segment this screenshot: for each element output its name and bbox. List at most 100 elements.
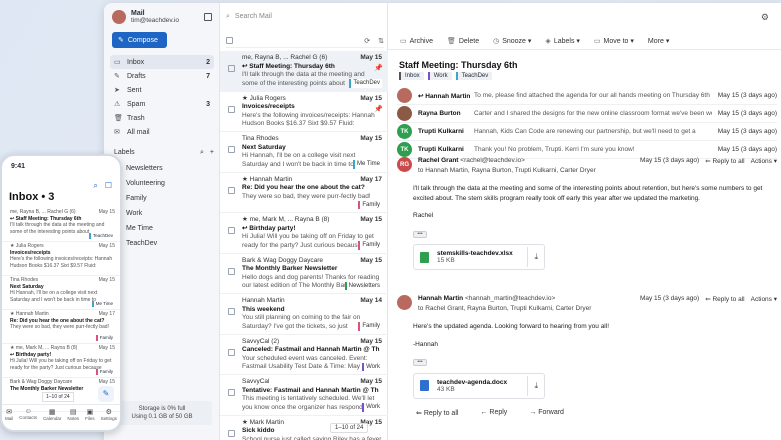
message-row[interactable]: SavvyCal May 15 Tentative: Fastmail and Ha… bbox=[220, 375, 388, 416]
row-checkbox[interactable] bbox=[228, 308, 235, 315]
message-row[interactable]: me, Rayna B, ... Rachel G (6) May 15 ↩ Sta… bbox=[220, 51, 388, 92]
thread-label[interactable]: TeachDev bbox=[455, 72, 493, 80]
move-to-button[interactable]: ▭ Move to ▾ bbox=[594, 37, 634, 45]
forward-button[interactable]: → Forward bbox=[529, 409, 564, 417]
folder-spam[interactable]: ⚠ Spam 3 bbox=[110, 97, 214, 111]
row-header: ★ Hannah Martin May 17 bbox=[242, 176, 382, 185]
show-quoted-button[interactable]: ••• bbox=[413, 230, 427, 238]
email-body: I'll talk through the data at the meetin… bbox=[397, 184, 777, 238]
search-icon[interactable]: ⌕ bbox=[93, 181, 97, 191]
collapsed-message[interactable]: Rayna Burton Carter and I shared the desi… bbox=[397, 105, 777, 123]
nav-contacts[interactable]: ☺ Contacts bbox=[19, 408, 37, 430]
reply-button[interactable]: ← Reply bbox=[480, 409, 507, 417]
folder-inbox[interactable]: ▭ Inbox 2 bbox=[110, 55, 214, 69]
row-checkbox[interactable] bbox=[228, 65, 235, 72]
row-checkbox[interactable] bbox=[228, 146, 235, 153]
message-row[interactable]: Tina Rhodes May 15 Next Saturday Hi Hannah,… bbox=[2, 276, 120, 310]
add-label-icon[interactable]: + bbox=[210, 149, 214, 157]
message-row[interactable]: ★ Julia Rogers May 15 Invoices/receipts Her… bbox=[220, 92, 388, 132]
actions-menu[interactable]: Actions ▾ bbox=[751, 157, 777, 165]
row-checkbox[interactable] bbox=[228, 186, 235, 194]
folder-all-mail[interactable]: ✉ All mail bbox=[110, 125, 214, 139]
search-input[interactable]: Search Mail bbox=[235, 13, 272, 20]
message-row[interactable]: ★ Julia Rogers May 15 Invoices/receipts Her… bbox=[2, 242, 120, 276]
nav-label: Mail bbox=[5, 416, 14, 421]
message-row[interactable]: ★ Hannah Martin May 17 Re: Did you hear th… bbox=[2, 310, 120, 344]
compose-button[interactable]: ✎ Compose bbox=[112, 32, 167, 48]
date: May 15 bbox=[360, 94, 382, 102]
nav-mail[interactable]: ✉ Mail bbox=[5, 408, 13, 430]
label-me-time[interactable]: Me Time bbox=[114, 221, 214, 236]
message-row[interactable]: SavvyCal (2) May 15 Canceled: Fastmail and… bbox=[220, 335, 388, 375]
download-icon[interactable]: ⤓ bbox=[527, 375, 538, 396]
gear-icon[interactable]: ⚙ bbox=[761, 12, 769, 23]
row-checkbox[interactable] bbox=[228, 429, 235, 437]
row-checkbox[interactable] bbox=[228, 105, 235, 113]
message-row[interactable]: ★ me, Mark M, ... Rayna B (8) May 15 ↩ Bir… bbox=[220, 213, 388, 254]
thread-title: Staff Meeting: Thursday 6th bbox=[399, 60, 518, 70]
list-toolbar: ⟳ ⇅ bbox=[226, 34, 384, 48]
row-checkbox[interactable] bbox=[228, 389, 235, 396]
subject: Canceled: Fastmail and Hannah Martin @ T… bbox=[242, 346, 380, 353]
pagination[interactable]: 1–10 of 24 bbox=[330, 423, 369, 433]
sender: SavvyCal bbox=[242, 378, 270, 385]
more-button[interactable]: More ▾ bbox=[648, 37, 669, 45]
row-checkbox[interactable] bbox=[228, 267, 235, 275]
message-row[interactable]: ★ me, Mark M, ... Rayna B (8) May 15 ↩ Bir… bbox=[2, 344, 120, 378]
delete-button[interactable]: 🗑 Delete bbox=[447, 37, 479, 45]
sender: Hannah Martin bbox=[242, 297, 285, 304]
label-teachdev[interactable]: TeachDev bbox=[114, 236, 214, 251]
label-newsletters[interactable]: Newsletters bbox=[114, 161, 214, 176]
label-list: Newsletters Volunteering Family Work Me Time… bbox=[114, 161, 214, 251]
nav-settings[interactable]: ⚙ Settings bbox=[101, 408, 117, 430]
row-checkbox[interactable] bbox=[228, 348, 235, 356]
compose-button[interactable]: ✎ bbox=[98, 386, 114, 402]
archive-label: Archive bbox=[409, 37, 433, 45]
checkbox-icon[interactable]: ☐ bbox=[105, 181, 112, 191]
attachment[interactable]: stemskills-teachdev.xlsx 15 KB ⤓ bbox=[413, 244, 545, 270]
labels-button[interactable]: ◈ Labels ▾ bbox=[545, 37, 580, 45]
sent-icon: ➤ bbox=[114, 87, 120, 94]
reply-all-button[interactable]: ⇐ Reply to all bbox=[705, 295, 744, 303]
label-volunteering[interactable]: Volunteering bbox=[114, 176, 214, 191]
message-row[interactable]: ★ Hannah Martin May 17 Re: Did you hear th… bbox=[220, 173, 388, 213]
folder-trash[interactable]: 🗑 Trash bbox=[110, 111, 214, 125]
folder-sent[interactable]: ➤ Sent bbox=[110, 83, 214, 97]
collapsed-message[interactable]: TK Trupti Kulkarni Hannah, Kids Can Code a… bbox=[397, 123, 777, 141]
search-labels-icon[interactable]: ⌕ bbox=[200, 149, 204, 157]
folder-drafts[interactable]: ✎ Drafts 7 bbox=[110, 69, 214, 83]
nav-notes[interactable]: ▤ Notes bbox=[67, 408, 79, 430]
collapsed-message[interactable]: ↩ Hannah Martin To me, please find attach… bbox=[397, 87, 777, 105]
message-row[interactable]: Hannah Martin May 14 This weekend You still… bbox=[220, 294, 388, 335]
show-quoted-button[interactable]: ••• bbox=[413, 359, 427, 366]
sidebar-toggle-icon[interactable] bbox=[204, 13, 212, 21]
message-row[interactable]: me, Rayna B, ... Rachel G (6) May 15 ↩ Sta… bbox=[2, 208, 120, 242]
folder-label: All mail bbox=[127, 128, 150, 136]
thread-label[interactable]: Inbox bbox=[399, 72, 424, 80]
pin-icon[interactable]: 📌 bbox=[374, 65, 383, 74]
select-all-checkbox[interactable] bbox=[226, 37, 233, 44]
attachment[interactable]: teachdev-agenda.docx 43 KB ⤓ bbox=[413, 372, 545, 399]
pin-icon[interactable]: 📌 bbox=[374, 106, 383, 115]
reply-all-button[interactable]: ⇐ Reply to all bbox=[416, 409, 458, 417]
refresh-icon[interactable]: ⟳ bbox=[364, 37, 370, 45]
label-work[interactable]: Work bbox=[114, 206, 214, 221]
message-row[interactable]: Tina Rhodes May 15 Next Saturday Hi Hannah,… bbox=[220, 132, 388, 173]
archive-button[interactable]: ▭ Archive bbox=[400, 37, 433, 45]
nav-calendar[interactable]: ▦ Calendar bbox=[43, 408, 61, 430]
download-icon[interactable]: ⤓ bbox=[527, 247, 538, 267]
snooze-button[interactable]: ◷ Snooze ▾ bbox=[493, 37, 531, 45]
message-row[interactable]: Bark & Wag Doggy Daycare May 15 The Monthl… bbox=[220, 254, 388, 294]
account-switcher[interactable]: Mail tim@teachdev.io bbox=[112, 10, 179, 24]
sort-icon[interactable]: ⇅ bbox=[378, 37, 384, 45]
search-bar[interactable]: ⌕ Search Mail bbox=[226, 10, 378, 23]
nav-files[interactable]: ▣ Files bbox=[85, 408, 95, 430]
email-meta: Hannah Martin <hannah_martin@teachdev.io… bbox=[418, 295, 591, 312]
row-checkbox[interactable] bbox=[228, 227, 235, 234]
pagination[interactable]: 1–10 of 24 bbox=[42, 392, 74, 402]
label-family[interactable]: Family bbox=[114, 191, 214, 206]
reply-all-button[interactable]: ⇐ Reply to all bbox=[705, 157, 744, 165]
actions-menu[interactable]: Actions ▾ bbox=[751, 295, 777, 303]
thread-label[interactable]: Work bbox=[427, 72, 452, 80]
trash-icon: 🗑 bbox=[114, 115, 123, 122]
